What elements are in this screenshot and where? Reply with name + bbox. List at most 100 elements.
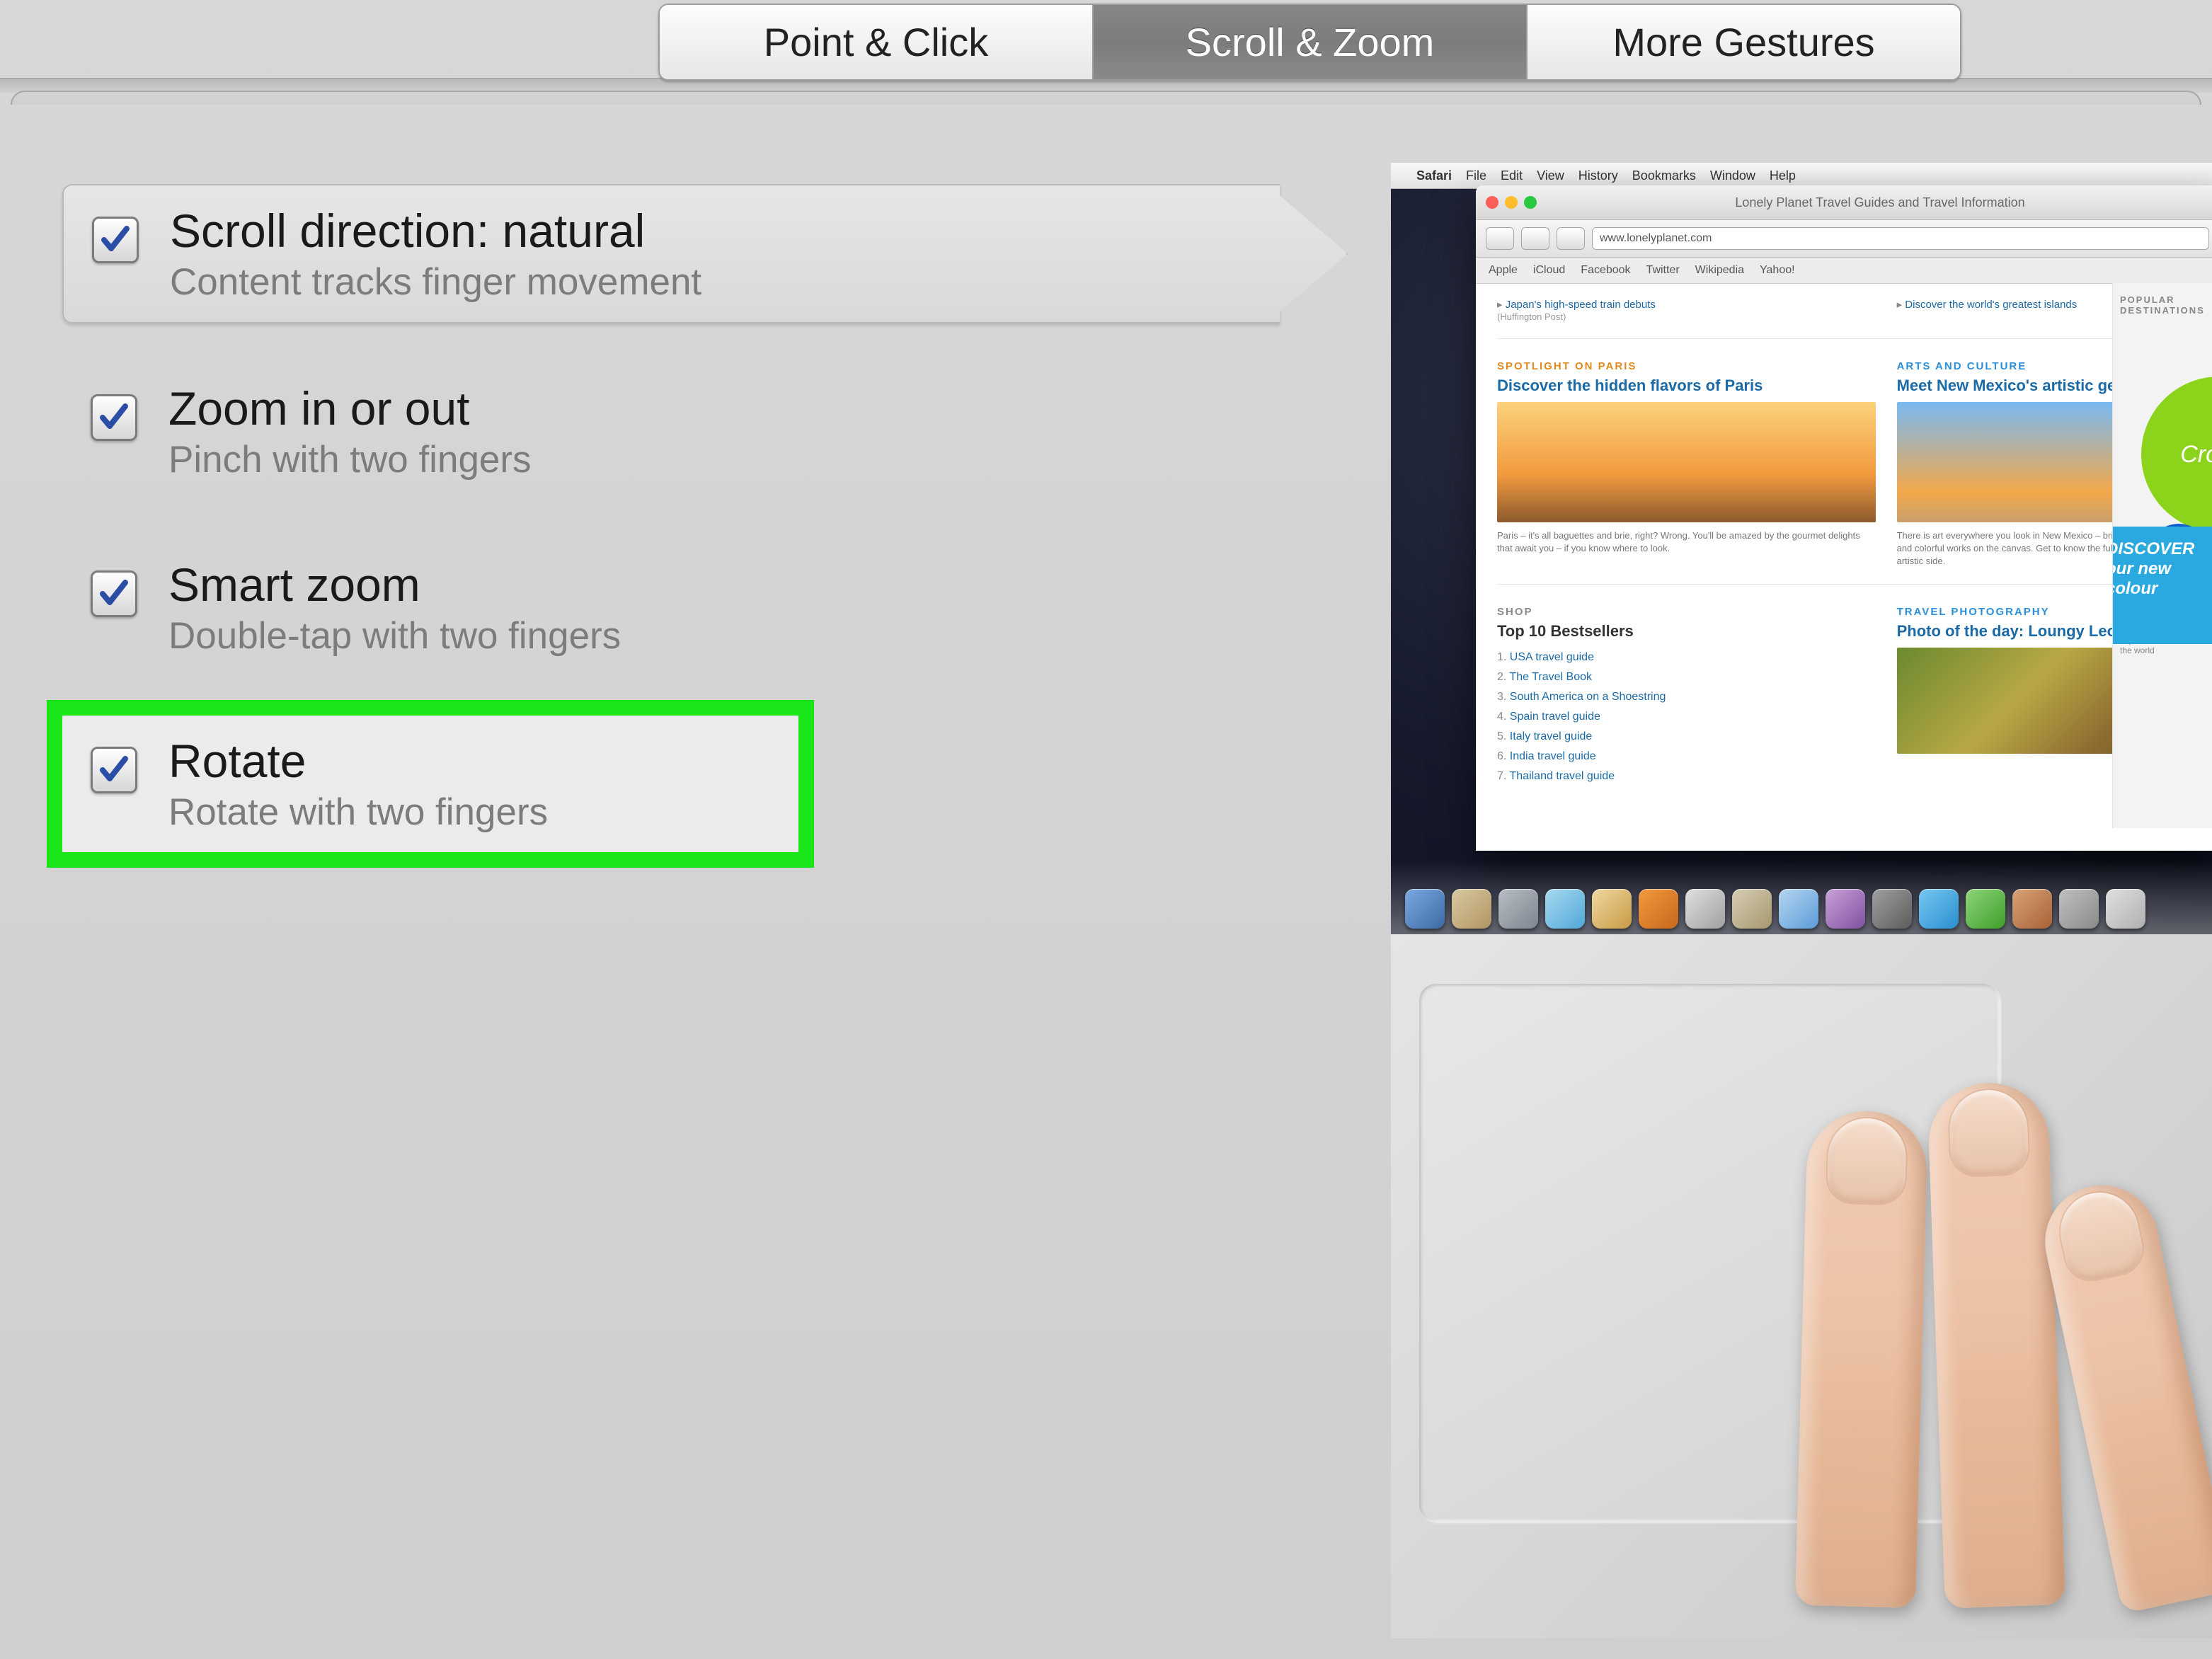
dock-icon (1405, 889, 1445, 929)
gesture-preview: Safari File Edit View History Bookmarks … (1391, 163, 2212, 1638)
menubar-item: File (1466, 168, 1486, 183)
bookmarks-icon (1557, 227, 1585, 250)
dock-icon (1779, 889, 1818, 929)
shop-section: SHOP Top 10 Bestsellers USA travel guide… (1497, 606, 1876, 786)
dock-icon (1639, 889, 1678, 929)
list-item: USA travel guide (1497, 648, 1876, 667)
checkbox-scroll-direction[interactable] (92, 217, 139, 263)
preview-screen: Safari File Edit View History Bookmarks … (1391, 163, 2212, 934)
list-item: Thailand travel guide (1497, 767, 1876, 786)
bookmark-item: Facebook (1581, 264, 1630, 277)
shop-kicker: SHOP (1497, 606, 1876, 618)
window-controls (1486, 196, 1537, 209)
dock (1391, 861, 2212, 934)
feature-headline: Discover the hidden flavors of Paris (1497, 377, 1876, 395)
tab-more-gestures[interactable]: More Gestures (1528, 5, 1960, 79)
forward-icon (1521, 227, 1549, 250)
option-subtitle: Pinch with two fingers (168, 438, 532, 481)
checkbox-zoom[interactable] (91, 394, 137, 441)
menubar-item: Window (1710, 168, 1755, 183)
option-title: Rotate (168, 734, 548, 788)
bookmark-item: iCloud (1533, 264, 1565, 277)
option-zoom[interactable]: Zoom in or out Pinch with two fingers (62, 363, 1280, 500)
shop-list: USA travel guide The Travel Book South A… (1497, 648, 1876, 786)
dock-icon (1872, 889, 1912, 929)
list-item: Italy travel guide (1497, 727, 1876, 747)
dock-icon (2012, 889, 2052, 929)
option-subtitle: Double-tap with two fingers (168, 614, 621, 658)
option-subtitle: Rotate with two fingers (168, 791, 548, 834)
tabbar: Point & Click Scroll & Zoom More Gesture… (658, 4, 1961, 81)
sidebar-heading: POPULAR DESTINATIONS (2113, 283, 2212, 327)
bookmarks-bar: Apple iCloud Facebook Twitter Wikipedia … (1476, 258, 2212, 284)
feature-left: SPOTLIGHT ON PARIS Discover the hidden f… (1497, 360, 1876, 568)
safari-titlebar: Lonely Planet Travel Guides and Travel I… (1476, 185, 2212, 220)
option-scroll-direction[interactable]: Scroll direction: natural Content tracks… (62, 184, 1280, 323)
dock-icon (1685, 889, 1725, 929)
tab-point-click[interactable]: Point & Click (660, 5, 1094, 79)
menubar-item: Bookmarks (1632, 168, 1696, 183)
dock-icon (1966, 889, 2005, 929)
bookmark-item: Twitter (1646, 264, 1680, 277)
sidebar-bubble: Croatia (2141, 377, 2212, 532)
feature-kicker: SPOTLIGHT ON PARIS (1497, 360, 1876, 372)
bookmark-item: Yahoo! (1760, 264, 1795, 277)
option-title: Smart zoom (168, 558, 621, 612)
dock-icon (1592, 889, 1632, 929)
option-title: Zoom in or out (168, 381, 532, 435)
list-item: India travel guide (1497, 747, 1876, 767)
address-bar: www.lonelyplanet.com (1592, 227, 2209, 250)
dock-icon (1826, 889, 1865, 929)
zoom-icon (1524, 196, 1537, 209)
minimize-icon (1505, 196, 1518, 209)
list-item: South America on a Shoestring (1497, 687, 1876, 707)
safari-page: ▸ Japan's high-speed train debuts (Huffi… (1476, 284, 2212, 800)
bookmark-item: Wikipedia (1695, 264, 1744, 277)
bookmark-item: Apple (1489, 264, 1518, 277)
menubar-item: History (1578, 168, 1618, 183)
url-text: www.lonelyplanet.com (1600, 232, 1712, 245)
menubar-item: Help (1770, 168, 1796, 183)
window-title: Lonely Planet Travel Guides and Travel I… (1551, 195, 2209, 210)
option-subtitle: Content tracks finger movement (170, 260, 701, 304)
safari-window: Lonely Planet Travel Guides and Travel I… (1476, 185, 2212, 851)
list-item: The Travel Book (1497, 667, 1876, 687)
discover-banner: DISCOVER our new colour (2112, 527, 2212, 644)
dock-icon (2059, 889, 2099, 929)
checkbox-rotate[interactable] (91, 747, 137, 793)
checkbox-smart-zoom[interactable] (91, 570, 137, 617)
check-icon (97, 753, 131, 787)
menubar-app-name: Safari (1416, 168, 1452, 183)
option-rotate[interactable]: Rotate Rotate with two fingers (62, 716, 798, 852)
feature-body: Paris – it's all baguettes and brie, rig… (1497, 529, 1876, 555)
dock-icon (1732, 889, 1772, 929)
dock-icon (1498, 889, 1538, 929)
list-item: Spain travel guide (1497, 707, 1876, 727)
dock-icon (1919, 889, 1959, 929)
option-title: Scroll direction: natural (170, 204, 701, 258)
option-text: Smart zoom Double-tap with two fingers (168, 558, 621, 658)
feature-image (1497, 402, 1876, 522)
safari-toolbar: www.lonelyplanet.com (1476, 220, 2212, 258)
check-icon (98, 223, 132, 257)
dock-icon (2106, 889, 2145, 929)
dock-icon (1545, 889, 1585, 929)
option-smart-zoom[interactable]: Smart zoom Double-tap with two fingers (62, 539, 1280, 676)
check-icon (97, 401, 131, 435)
close-icon (1486, 196, 1498, 209)
options-list: Scroll direction: natural Content tracks… (62, 184, 1280, 892)
option-text: Rotate Rotate with two fingers (168, 734, 548, 834)
shop-headline: Top 10 Bestsellers (1497, 622, 1876, 641)
check-icon (97, 577, 131, 611)
menubar-item: View (1537, 168, 1564, 183)
option-text: Zoom in or out Pinch with two fingers (168, 381, 532, 481)
option-text: Scroll direction: natural Content tracks… (170, 204, 701, 304)
dock-icon (1452, 889, 1491, 929)
divider (1497, 584, 2212, 585)
preview-trackpad (1391, 934, 2212, 1638)
top-story-left: ▸ Japan's high-speed train debuts (Huffi… (1497, 298, 1876, 323)
tab-scroll-zoom[interactable]: Scroll & Zoom (1094, 5, 1528, 79)
page-sidebar: POPULAR DESTINATIONS Croatia Our new ful… (2112, 283, 2212, 828)
menubar-item: Edit (1501, 168, 1523, 183)
divider (1497, 338, 2212, 339)
